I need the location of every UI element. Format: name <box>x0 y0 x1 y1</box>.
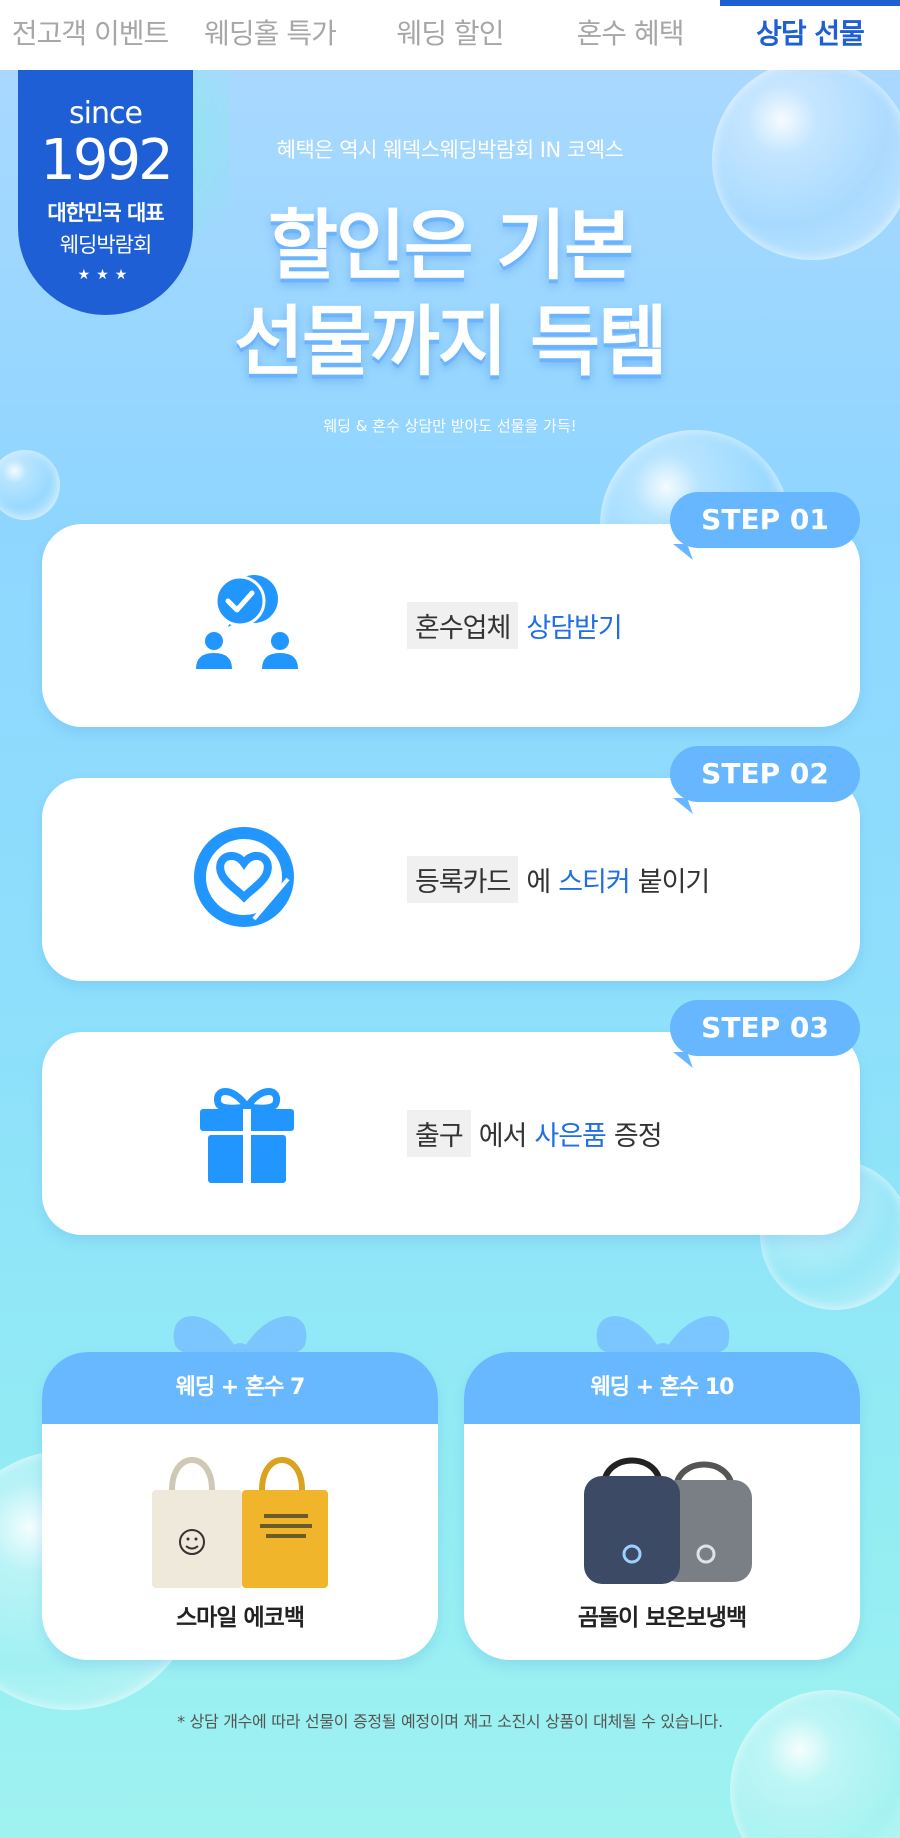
step-2-text: 등록카드 에 스티커 붙이기 <box>407 778 711 981</box>
step-3-mid: 에서 <box>478 1121 528 1152</box>
step-card-3: 출구 에서 사은품 증정 <box>42 1032 860 1235</box>
step-2-mid: 에 <box>526 867 551 898</box>
step-3-text: 출구 에서 사은품 증정 <box>407 1032 663 1235</box>
top-tab-bar: 전고객 이벤트 웨딩홀 특가 웨딩 할인 혼수 혜택 상담 선물 <box>0 0 900 70</box>
step-1-blue: 상담받기 <box>526 613 622 644</box>
badge-year: 1992 <box>40 128 174 193</box>
tab-consult-gift[interactable]: 상담 선물 <box>720 0 900 70</box>
gift-icon <box>200 1088 294 1183</box>
step-3-blue: 사은품 <box>534 1121 607 1152</box>
step-card-2: 등록카드 에 스티커 붙이기 <box>42 778 860 981</box>
consult-icon <box>196 575 298 669</box>
step-1-text: 혼수업체 상담받기 <box>407 524 623 727</box>
step-3-gray: 출구 <box>407 1110 471 1157</box>
gift-card-2: 웨딩 + 혼수 10 곰돌이 보온보냉백 <box>464 1352 860 1660</box>
step-2-gray: 등록카드 <box>407 856 519 903</box>
footnote: * 상담 개수에 따라 선물이 증정될 예정이며 재고 소진시 상품이 대체될 … <box>177 1712 723 1731</box>
step-3-tail: 증정 <box>613 1121 663 1152</box>
tab-honsu-benefit[interactable]: 혼수 혜택 <box>540 0 720 70</box>
tab-all-customer-event[interactable]: 전고객 이벤트 <box>0 0 180 70</box>
badge-line1: 대한민국 대표 <box>47 201 164 225</box>
gift-1-name: 스마일 에코백 <box>176 1605 305 1631</box>
gift-1-head: 웨딩 + 혼수 7 <box>42 1352 438 1424</box>
step-2-tail: 붙이기 <box>637 867 711 898</box>
step-label-2: STEP 02 <box>670 746 860 802</box>
step-2-blue: 스티커 <box>558 867 631 898</box>
sticker-heart-icon <box>194 827 294 927</box>
badge-line2: 웨딩박람회 <box>59 233 153 257</box>
hero-small-text: 웨딩 & 혼수 상담만 받아도 선물을 가득! <box>323 417 577 435</box>
tab-wedding-discount[interactable]: 웨딩 할인 <box>360 0 540 70</box>
gift-card-1: 웨딩 + 혼수 7 스마일 에코백 <box>42 1352 438 1660</box>
promo-hero: since 1992 대한민국 대표 웨딩박람회 ★★★ 혜택은 역시 웨덱스웨… <box>0 70 900 1838</box>
step-1-gray: 혼수업체 <box>407 602 519 649</box>
bubble-decoration <box>0 450 60 520</box>
gift-2-name: 곰돌이 보온보냉백 <box>577 1605 747 1631</box>
badge-stars: ★★★ <box>77 267 134 283</box>
cooler-bag-image <box>584 1457 752 1584</box>
step-label-1: STEP 01 <box>670 492 860 548</box>
gift-2-head: 웨딩 + 혼수 10 <box>464 1352 860 1424</box>
step-card-1: 혼수업체 상담받기 <box>42 524 860 727</box>
badge-since: since <box>69 96 143 131</box>
tab-wedding-hall-special[interactable]: 웨딩홀 특가 <box>180 0 360 70</box>
eco-bag-image <box>152 1457 328 1588</box>
step-label-3: STEP 03 <box>670 1000 860 1056</box>
since-1992-badge: since 1992 대한민국 대표 웨딩박람회 ★★★ <box>18 70 193 315</box>
